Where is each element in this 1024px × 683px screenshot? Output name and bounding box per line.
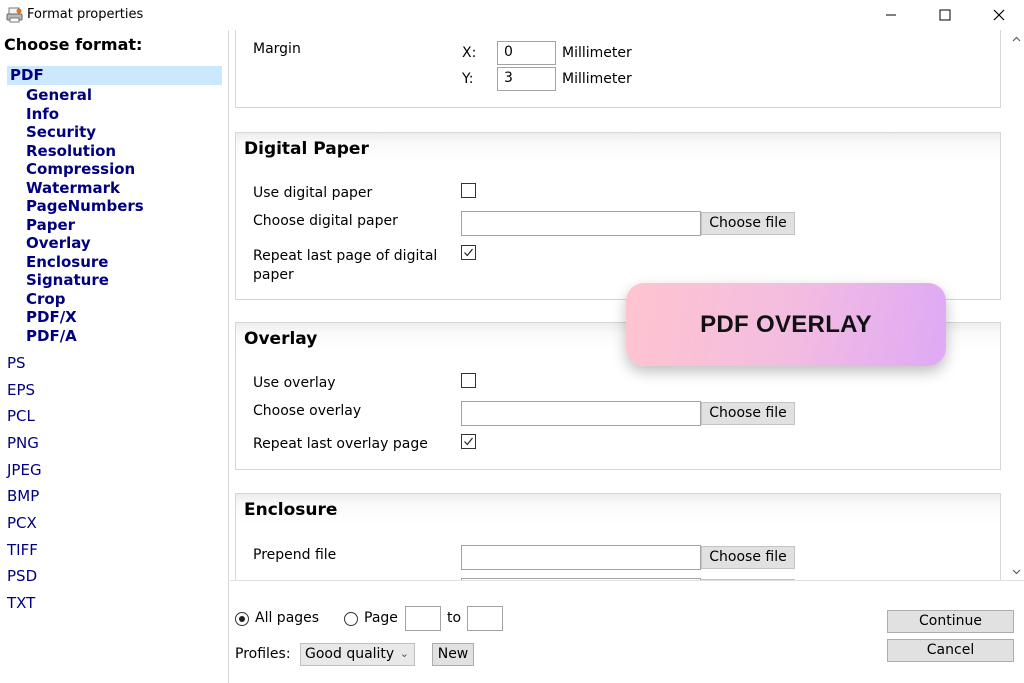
- new-profile-button[interactable]: New: [432, 643, 474, 666]
- repeat-digital-paper-checkbox[interactable]: [461, 245, 476, 260]
- group-header: [236, 494, 1000, 524]
- sidebar-item-paper[interactable]: Paper: [26, 216, 75, 234]
- profile-select-value: Good quality: [305, 646, 395, 662]
- sidebar-item-ps[interactable]: PS: [7, 354, 26, 372]
- repeat-digital-paper-label: Repeat last page of digital paper: [253, 248, 438, 283]
- chevron-down-icon: ⌄: [399, 647, 409, 660]
- bottom-bar: All pages Page to Profiles: Good quality…: [230, 580, 1024, 683]
- overlay-title: Overlay: [244, 329, 318, 349]
- page-to-input[interactable]: [467, 606, 503, 631]
- sidebar-item-pcl[interactable]: PCL: [7, 407, 35, 425]
- sidebar-item-enclosure[interactable]: Enclosure: [26, 253, 108, 271]
- vertical-scrollbar[interactable]: [1008, 30, 1024, 580]
- digital-paper-group: Digital Paper Use digital paper Choose d…: [235, 132, 1001, 300]
- margin-x-input[interactable]: 0: [497, 41, 556, 65]
- digital-paper-choose-file-button[interactable]: Choose file: [701, 212, 795, 235]
- margin-x-unit: Millimeter: [562, 45, 632, 61]
- enclosure-title: Enclosure: [244, 500, 338, 520]
- overlay-choose-file-button[interactable]: Choose file: [701, 402, 795, 425]
- sidebar-item-txt[interactable]: TXT: [7, 594, 35, 612]
- sidebar-item-pdfa[interactable]: PDF/A: [26, 327, 77, 345]
- all-pages-label: All pages: [255, 610, 320, 626]
- window-title: Format properties: [27, 7, 144, 22]
- sidebar-item-security[interactable]: Security: [26, 123, 96, 141]
- margin-y-input[interactable]: 3: [497, 67, 556, 91]
- paper-group: Margin X: 0 Millimeter Y: 3 Millimeter: [235, 30, 1001, 108]
- sidebar-item-general[interactable]: General: [26, 86, 92, 104]
- sidebar-item-signature[interactable]: Signature: [26, 271, 109, 289]
- checkmark-icon: [464, 437, 473, 446]
- use-overlay-label: Use overlay: [253, 375, 336, 391]
- pdf-overlay-badge: PDF OVERLAY: [626, 283, 946, 366]
- margin-label: Margin: [253, 41, 301, 57]
- to-label: to: [447, 610, 462, 626]
- sidebar-item-label: PDF: [10, 66, 44, 84]
- printer-app-icon: [6, 6, 24, 24]
- profile-select[interactable]: Good quality ⌄: [300, 643, 415, 666]
- use-digital-paper-checkbox[interactable]: [461, 183, 476, 198]
- sidebar-item-jpeg[interactable]: JPEG: [7, 461, 42, 479]
- continue-button[interactable]: Continue: [887, 610, 1014, 633]
- profiles-label: Profiles:: [235, 646, 291, 662]
- all-pages-radio[interactable]: [235, 612, 249, 626]
- page-label: Page: [364, 610, 398, 626]
- sidebar-item-png[interactable]: PNG: [7, 434, 39, 452]
- sidebar-item-bmp[interactable]: BMP: [7, 487, 39, 505]
- digital-paper-file-input[interactable]: [461, 211, 701, 236]
- checkmark-icon: [464, 248, 473, 257]
- minimize-button[interactable]: [866, 0, 916, 30]
- digital-paper-title: Digital Paper: [244, 139, 369, 159]
- prepend-choose-file-button[interactable]: Choose file: [701, 546, 795, 569]
- margin-x-label: X:: [462, 45, 477, 61]
- margin-y-unit: Millimeter: [562, 71, 632, 87]
- scroll-up-arrow-icon[interactable]: [1008, 30, 1024, 47]
- sidebar-item-tiff[interactable]: TIFF: [7, 541, 38, 559]
- sidebar-item-resolution[interactable]: Resolution: [26, 142, 116, 160]
- sidebar-item-psd[interactable]: PSD: [7, 567, 37, 585]
- maximize-button[interactable]: [920, 0, 970, 30]
- margin-y-label: Y:: [462, 71, 474, 87]
- sidebar-item-pdfx[interactable]: PDF/X: [26, 308, 77, 326]
- sidebar-heading: Choose format:: [4, 35, 143, 54]
- sidebar-item-pdf[interactable]: PDF: [7, 66, 222, 85]
- enclosure-group: Enclosure Prepend file Choose file Choos…: [235, 493, 1001, 580]
- sidebar-item-pagenumbers[interactable]: PageNumbers: [26, 197, 144, 215]
- repeat-overlay-label: Repeat last overlay page: [253, 436, 428, 452]
- choose-overlay-label: Choose overlay: [253, 403, 362, 419]
- sidebar-item-watermark[interactable]: Watermark: [26, 179, 120, 197]
- close-button[interactable]: [974, 0, 1024, 30]
- page-from-input[interactable]: [405, 606, 441, 631]
- format-sidebar: Choose format: PDF General Info Security…: [0, 30, 229, 683]
- use-overlay-checkbox[interactable]: [461, 373, 476, 388]
- sidebar-item-pcx[interactable]: PCX: [7, 514, 37, 532]
- prepend-file-input[interactable]: [461, 545, 701, 570]
- sidebar-item-info[interactable]: Info: [26, 105, 59, 123]
- badge-text: PDF OVERLAY: [700, 310, 872, 338]
- sidebar-item-crop[interactable]: Crop: [26, 290, 65, 308]
- scroll-down-arrow-icon[interactable]: [1008, 563, 1024, 580]
- title-bar: Format properties: [0, 0, 1024, 30]
- page-range-radio[interactable]: [344, 612, 358, 626]
- choose-digital-paper-label: Choose digital paper: [253, 213, 398, 229]
- overlay-file-input[interactable]: [461, 401, 701, 426]
- repeat-overlay-checkbox[interactable]: [461, 434, 476, 449]
- sidebar-item-compression[interactable]: Compression: [26, 160, 135, 178]
- sidebar-item-overlay[interactable]: Overlay: [26, 234, 91, 252]
- prepend-file-label: Prepend file: [253, 547, 337, 563]
- cancel-button[interactable]: Cancel: [887, 639, 1014, 662]
- sidebar-item-eps[interactable]: EPS: [7, 381, 35, 399]
- use-digital-paper-label: Use digital paper: [253, 185, 373, 201]
